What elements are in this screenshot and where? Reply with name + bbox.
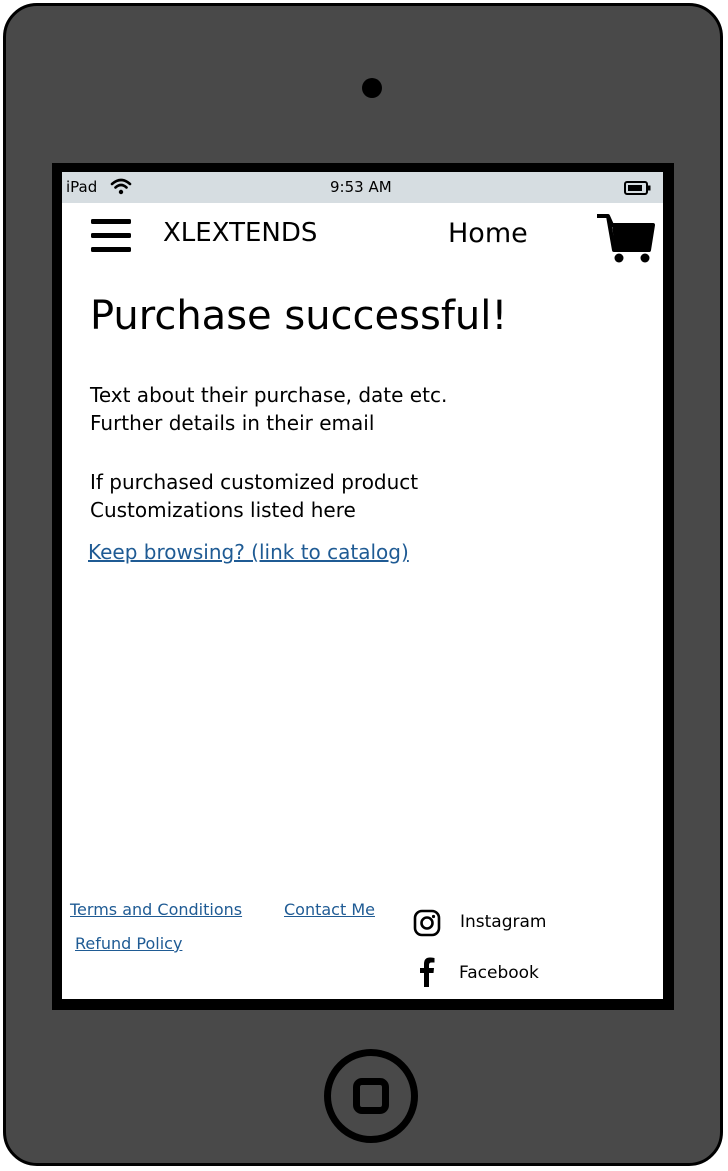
screen: iPad 9:53 AM XLEXTENDS Home Purchase suc… <box>62 172 663 999</box>
status-device-name: iPad <box>66 178 98 196</box>
customization-details: If purchased customized product Customiz… <box>90 468 418 524</box>
facebook-label[interactable]: Facebook <box>459 963 539 983</box>
home-button-square <box>353 1078 389 1114</box>
home-button[interactable] <box>324 1049 418 1143</box>
customization-details-line: Customizations listed here <box>90 498 356 522</box>
catalog-link[interactable]: Keep browsing? (link to catalog) <box>88 540 409 564</box>
cart-icon[interactable] <box>595 212 655 264</box>
camera-icon <box>362 78 382 98</box>
status-bar: iPad 9:53 AM <box>62 172 663 203</box>
customization-details-line: If purchased customized product <box>90 470 419 494</box>
menu-icon[interactable] <box>91 219 131 253</box>
instagram-icon[interactable] <box>413 909 441 937</box>
contact-link[interactable]: Contact Me <box>284 900 375 919</box>
purchase-details: Text about their purchase, date etc. Fur… <box>90 381 447 437</box>
nav-home-link[interactable]: Home <box>448 218 528 249</box>
purchase-details-line: Further details in their email <box>90 411 375 435</box>
terms-link[interactable]: Terms and Conditions <box>70 900 242 919</box>
status-time: 9:53 AM <box>330 178 392 196</box>
facebook-icon[interactable] <box>418 957 436 987</box>
brand-logo[interactable]: XLEXTENDS <box>163 218 317 248</box>
page-title: Purchase successful! <box>90 293 508 339</box>
battery-icon <box>624 181 651 195</box>
wifi-icon <box>110 178 132 195</box>
instagram-label[interactable]: Instagram <box>460 912 547 932</box>
refund-policy-link[interactable]: Refund Policy <box>75 934 182 953</box>
purchase-details-line: Text about their purchase, date etc. <box>90 383 448 407</box>
